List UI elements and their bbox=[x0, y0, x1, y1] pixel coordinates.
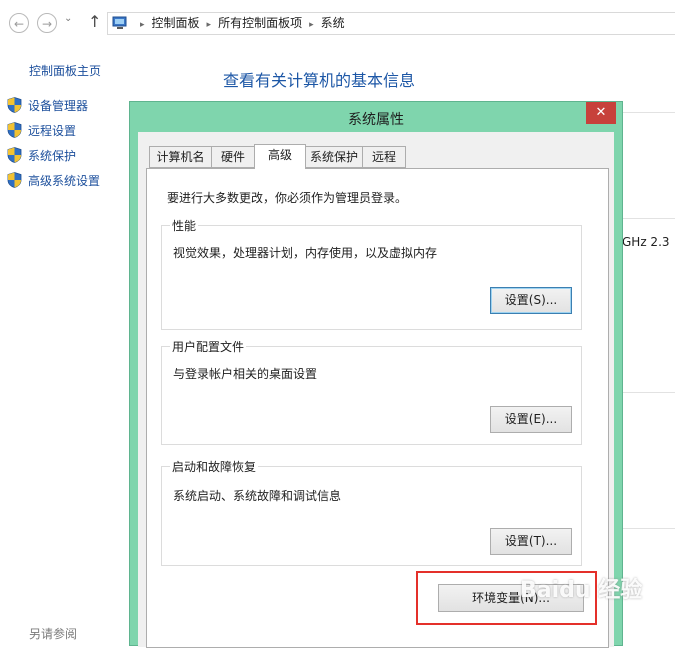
shield-icon bbox=[7, 122, 22, 138]
address-bar[interactable]: ▸ 控制面板 ▸ 所有控制面板项 ▸ 系统 bbox=[107, 12, 675, 35]
startup-recovery-settings-button[interactable]: 设置(T)... bbox=[490, 528, 572, 555]
shield-icon bbox=[7, 147, 22, 163]
recent-pages-button[interactable]: ⌄ bbox=[64, 13, 72, 24]
see-also-heading: 另请参阅 bbox=[29, 627, 78, 641]
group-description: 视觉效果，处理器计划，内存使用，以及虚拟内存 bbox=[173, 246, 438, 260]
computer-icon bbox=[112, 16, 127, 29]
divider bbox=[623, 528, 675, 529]
shield-icon bbox=[7, 97, 22, 113]
processor-speed-text: GHz 2.3 bbox=[622, 235, 670, 249]
sidebar-item-label: 远程设置 bbox=[28, 123, 77, 138]
close-icon: ✕ bbox=[595, 105, 607, 120]
tab-advanced[interactable]: 高级 bbox=[254, 144, 306, 169]
performance-settings-button[interactable]: 设置(S)... bbox=[490, 287, 572, 314]
user-profiles-settings-button[interactable]: 设置(E)... bbox=[490, 406, 572, 433]
admin-notice: 要进行大多数更改，你必须作为管理员登录。 bbox=[167, 191, 408, 205]
up-button[interactable]: ↑ bbox=[88, 12, 101, 31]
page-title: 查看有关计算机的基本信息 bbox=[223, 71, 416, 90]
control-panel-home-link[interactable]: 控制面板主页 bbox=[29, 62, 101, 79]
sidebar-item-system-protection[interactable]: 系统保护 bbox=[7, 146, 76, 164]
sidebar-item-label: 高级系统设置 bbox=[28, 173, 101, 188]
arrow-up-icon: ↑ bbox=[88, 12, 102, 31]
breadcrumb-item-all-items[interactable]: 所有控制面板项 bbox=[218, 16, 302, 30]
dialog-title: 系统属性 bbox=[348, 112, 404, 128]
tab-remote[interactable]: 远程 bbox=[362, 146, 406, 168]
group-title: 启动和故障恢复 bbox=[170, 458, 259, 475]
navigation-bar: ← → ⌄ ↑ ▸ 控制面板 ▸ 所有控制面板项 ▸ 系统 bbox=[0, 0, 675, 46]
forward-button[interactable]: → bbox=[37, 13, 57, 33]
sidebar-item-advanced-settings[interactable]: 高级系统设置 bbox=[7, 171, 100, 189]
breadcrumb: ▸ 控制面板 ▸ 所有控制面板项 ▸ 系统 bbox=[140, 16, 345, 30]
close-button[interactable]: ✕ bbox=[586, 102, 616, 124]
baidu-watermark: Baidu 经验 bbox=[520, 578, 643, 603]
tab-computer-name[interactable]: 计算机名 bbox=[149, 146, 212, 168]
divider bbox=[623, 392, 675, 393]
sidebar-item-label: 系统保护 bbox=[28, 148, 77, 163]
tab-hardware[interactable]: 硬件 bbox=[211, 146, 255, 168]
sidebar-item-remote-settings[interactable]: 远程设置 bbox=[7, 121, 76, 139]
user-profiles-group: 用户配置文件 与登录帐户相关的桌面设置 设置(E)... bbox=[161, 338, 582, 445]
chevron-down-icon: ⌄ bbox=[64, 13, 73, 24]
group-description: 系统启动、系统故障和调试信息 bbox=[173, 489, 342, 503]
divider bbox=[623, 218, 675, 219]
group-description: 与登录帐户相关的桌面设置 bbox=[173, 367, 318, 381]
arrow-right-icon: → bbox=[41, 17, 53, 31]
divider bbox=[623, 112, 675, 113]
sidebar-item-label: 设备管理器 bbox=[28, 98, 89, 113]
performance-group: 性能 视觉效果，处理器计划，内存使用，以及虚拟内存 设置(S)... bbox=[161, 217, 582, 330]
breadcrumb-item-system[interactable]: 系统 bbox=[321, 16, 345, 30]
startup-recovery-group: 启动和故障恢复 系统启动、系统故障和调试信息 设置(T)... bbox=[161, 458, 582, 566]
group-title: 用户配置文件 bbox=[170, 338, 247, 355]
tab-system-protection[interactable]: 系统保护 bbox=[305, 146, 363, 168]
shield-icon bbox=[7, 172, 22, 188]
dialog-body: 计算机名 硬件 高级 系统保护 远程 要进行大多数更改，你必须作为管理员登录。 … bbox=[138, 132, 614, 648]
arrow-left-icon: ← bbox=[13, 17, 25, 31]
group-title: 性能 bbox=[170, 217, 199, 234]
back-button[interactable]: ← bbox=[9, 13, 29, 33]
sidebar-item-device-manager[interactable]: 设备管理器 bbox=[7, 96, 88, 114]
system-properties-dialog: 系统属性 ✕ 计算机名 硬件 高级 系统保护 远程 要进行大多数更改，你必须作为… bbox=[129, 101, 623, 648]
breadcrumb-item-control-panel[interactable]: 控制面板 bbox=[152, 16, 200, 30]
